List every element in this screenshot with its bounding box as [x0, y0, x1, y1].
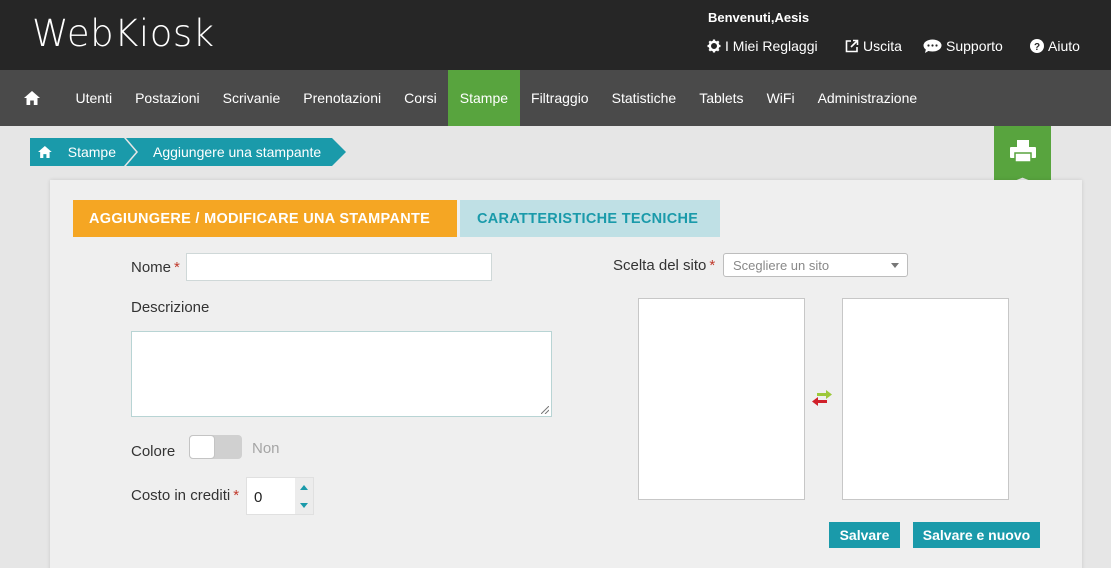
cost-label-text: Costo in crediti — [131, 487, 231, 504]
name-label-text: Nome — [131, 259, 172, 276]
my-settings-label: I Miei Reglaggi — [725, 38, 818, 54]
breadcrumb-current: Aggiungere una stampante — [126, 138, 346, 166]
external-link-icon — [845, 39, 859, 53]
cost-value: 0 — [254, 489, 263, 506]
tab-add-modify-printer[interactable]: AGGIUNGERE / MODIFICARE UNA STAMPANTE — [73, 200, 457, 237]
breadcrumb-stampe-label: Stampe — [67, 144, 116, 160]
breadcrumb: Stampe Aggiungere una stampante — [30, 138, 346, 166]
name-input[interactable] — [186, 253, 492, 281]
support-link[interactable]: Supporto — [923, 38, 1030, 54]
breadcrumb-stampe[interactable]: Stampe — [30, 138, 138, 166]
cost-label: Costo in crediti * — [131, 487, 239, 504]
available-sites-list[interactable] — [638, 298, 805, 500]
required-mark: * — [709, 257, 716, 274]
my-settings-link[interactable]: I Miei Reglaggi — [707, 38, 845, 54]
selected-sites-list[interactable] — [842, 298, 1009, 500]
site-label-text: Scelta del sito — [613, 257, 707, 274]
required-mark: * — [233, 487, 240, 504]
home-icon — [38, 146, 52, 158]
save-and-new-button[interactable]: Salvare e nuovo — [913, 522, 1040, 548]
help-label: Aiuto — [1048, 38, 1080, 54]
chevron-down-icon — [891, 263, 899, 268]
header-links: I Miei Reglaggi Uscita Supporto ? Aiuto — [707, 38, 1080, 54]
cost-increment-button[interactable] — [295, 478, 313, 496]
toggle-knob — [189, 435, 215, 459]
swap-arrows-icon — [812, 390, 832, 406]
nav-item-postazioni[interactable]: Postazioni — [124, 70, 212, 126]
home-icon — [24, 91, 40, 105]
transfer-button[interactable] — [811, 390, 833, 410]
nav-item-scrivanie[interactable]: Scrivanie — [211, 70, 292, 126]
nav-item-prenotazioni[interactable]: Prenotazioni — [292, 70, 393, 126]
printer-icon — [1009, 140, 1036, 162]
breadcrumb-current-label: Aggiungere una stampante — [153, 144, 322, 160]
caret-down-icon — [300, 502, 308, 508]
cost-decrement-button[interactable] — [295, 496, 313, 514]
name-label: Nome * — [131, 259, 180, 276]
nav-item-statistiche[interactable]: Statistiche — [600, 70, 688, 126]
nav-item-utenti[interactable]: Utenti — [64, 70, 124, 126]
cost-stepper[interactable]: 0 — [246, 477, 314, 515]
chat-bubble-icon — [923, 39, 942, 53]
nav-item-corsi[interactable]: Corsi — [393, 70, 449, 126]
app-logo[interactable]: WebKiosk — [32, 12, 215, 55]
logout-link[interactable]: Uscita — [845, 38, 923, 54]
required-mark: * — [174, 259, 180, 276]
site-select[interactable]: Scegliere un sito — [723, 253, 908, 277]
site-label: Scelta del sito * — [613, 257, 715, 274]
support-label: Supporto — [946, 38, 1003, 54]
svg-text:?: ? — [1034, 42, 1040, 53]
main-nav: Utenti Postazioni Scrivanie Prenotazioni… — [0, 70, 1111, 126]
nav-item-tablets[interactable]: Tablets — [688, 70, 755, 126]
nav-item-stampe[interactable]: Stampe — [448, 70, 520, 126]
save-button[interactable]: Salvare — [829, 522, 900, 548]
logout-label: Uscita — [863, 38, 902, 54]
nav-item-administrazione[interactable]: Administrazione — [806, 70, 929, 126]
question-circle-icon: ? — [1030, 39, 1044, 53]
main-panel: AGGIUNGERE / MODIFICARE UNA STAMPANTE CA… — [50, 180, 1082, 568]
color-toggle[interactable] — [189, 435, 242, 459]
tab-technical-specs[interactable]: CARATTERISTICHE TECNICHE — [460, 200, 720, 237]
color-label: Colore — [131, 443, 176, 460]
site-select-value: Scegliere un sito — [733, 257, 830, 273]
caret-up-icon — [300, 484, 308, 490]
welcome-text: Benvenuti,Aesis — [708, 10, 810, 25]
color-toggle-state: Non — [252, 440, 280, 457]
nav-home[interactable] — [0, 70, 64, 126]
gear-icon — [707, 39, 721, 53]
nav-item-wifi[interactable]: WiFi — [755, 70, 806, 126]
help-link[interactable]: ? Aiuto — [1030, 38, 1080, 54]
top-header: WebKiosk Benvenuti,Aesis I Miei Reglaggi… — [0, 0, 1111, 70]
nav-item-filtraggio[interactable]: Filtraggio — [520, 70, 601, 126]
resize-grip-icon[interactable] — [541, 406, 549, 414]
description-textarea[interactable] — [131, 331, 552, 417]
description-label: Descrizione — [131, 299, 210, 316]
